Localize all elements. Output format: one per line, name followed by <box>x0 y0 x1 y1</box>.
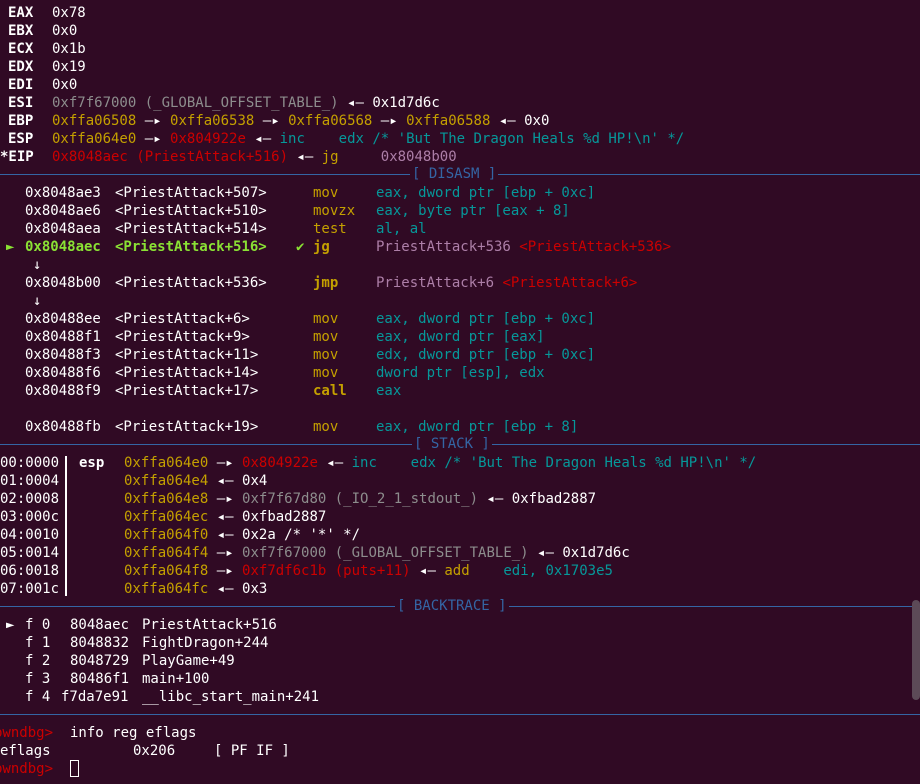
down-arrow-icon: ↓ <box>33 293 42 309</box>
backtrace-header: [ BACKTRACE ] <box>395 597 509 615</box>
branch-taken-check-icon: ✔ <box>296 239 305 255</box>
console-separator <box>0 714 920 715</box>
terminal-cursor[interactable] <box>70 760 79 777</box>
backtrace-separator: [ BACKTRACE ] <box>0 597 920 615</box>
current-frame-marker-icon: ► <box>6 617 15 633</box>
down-arrow-icon: ↓ <box>33 257 42 273</box>
console-command: info reg eflags <box>70 725 197 741</box>
stack-separator: [ STACK ] <box>0 435 920 453</box>
console-prompt: pwndbg> <box>0 725 54 741</box>
disasm-header: [ DISASM ] <box>410 165 499 183</box>
current-instruction-marker-icon: ► <box>6 239 15 255</box>
terminal-scrollbar[interactable] <box>912 600 920 700</box>
stack-divider <box>65 456 67 596</box>
console-prompt: pwndbg> <box>0 761 54 777</box>
stack-header: [ STACK ] <box>412 435 492 453</box>
disasm-separator: [ DISASM ] <box>0 165 920 183</box>
